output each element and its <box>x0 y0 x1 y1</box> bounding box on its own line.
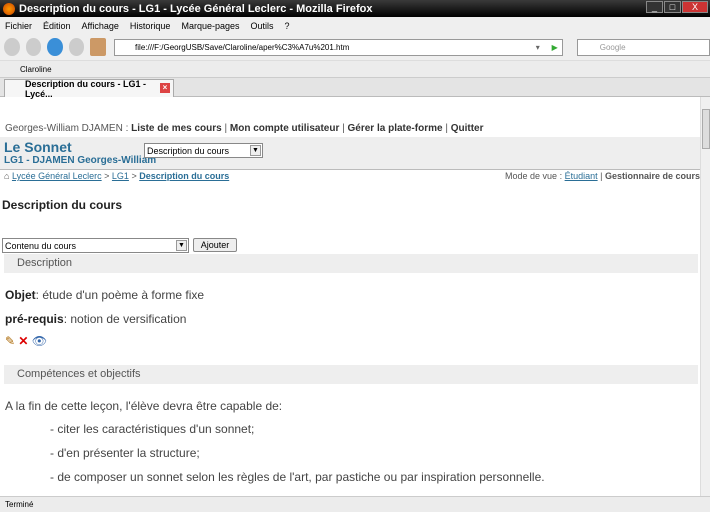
visibility-icon[interactable]: 👁 <box>32 334 47 348</box>
dropdown-icon[interactable]: ▾ <box>536 43 540 52</box>
nav-bar: file:///F:/GeorgUSB/Save/Claroline/aper%… <box>0 34 710 60</box>
tool-select[interactable]: Description du cours ▼ <box>144 143 263 158</box>
section-competences-header: Compétences et objectifs <box>4 365 698 384</box>
crumb-lg1[interactable]: LG1 <box>112 171 129 181</box>
chevron-down-icon: ▼ <box>250 145 261 156</box>
minimize-button[interactable]: _ <box>646 1 663 13</box>
link-my-courses[interactable]: Liste de mes cours <box>131 123 222 134</box>
link-account[interactable]: Mon compte utilisateur <box>230 123 339 134</box>
menu-outils[interactable]: Outils <box>251 21 274 31</box>
user-name: Georges-William DJAMEN : <box>5 123 129 134</box>
status-text: Terminé <box>5 500 34 509</box>
bookmark-claroline[interactable]: Claroline <box>20 65 52 74</box>
menu-marque-pages[interactable]: Marque-pages <box>181 21 239 31</box>
menu-fichier[interactable]: Fichier <box>5 21 32 31</box>
objet-label: Objet <box>5 288 36 302</box>
course-banner: Le Sonnet LG1 - DJAMEN Georges-William D… <box>0 137 700 170</box>
menu-edition[interactable]: Édition <box>43 21 71 31</box>
add-button[interactable]: Ajouter <box>193 238 237 252</box>
page-title: Description du cours <box>2 198 123 212</box>
tab-active[interactable]: Description du cours - LG1 - Lycé... × <box>4 78 174 99</box>
reload-icon[interactable] <box>47 38 63 56</box>
crumb-school[interactable]: Lycée Général Leclerc <box>12 171 102 181</box>
bookmarks-bar: Claroline <box>0 60 710 77</box>
prerequis-label: pré-requis <box>5 312 64 326</box>
link-quit[interactable]: Quitter <box>451 123 484 134</box>
search-placeholder: Google <box>599 42 626 52</box>
status-bar: Terminé <box>0 496 710 512</box>
back-icon[interactable] <box>4 38 20 56</box>
list-item: - de composer un sonnet selon les règles… <box>50 470 545 484</box>
course-title[interactable]: Le Sonnet <box>4 139 72 155</box>
mode-manager: Gestionnaire de cours <box>604 171 700 181</box>
content-select-value: Contenu du cours <box>5 241 77 251</box>
course-subtitle: LG1 - DJAMEN Georges-William <box>4 155 157 166</box>
tool-select-value: Description du cours <box>147 146 230 156</box>
tab-label: Description du cours - LG1 - Lycé... <box>25 78 147 99</box>
chevron-down-icon: ▼ <box>176 240 187 251</box>
competences-intro: A la fin de cette leçon, l'élève devra ê… <box>5 399 283 413</box>
tab-bar: Description du cours - LG1 - Lycé... × <box>0 77 710 99</box>
link-platform[interactable]: Gérer la plate-forme <box>348 123 443 134</box>
title-bar: Description du cours - LG1 - Lycée Génér… <box>0 0 710 17</box>
objet-text: : étude d'un poème à forme fixe <box>35 288 205 302</box>
stop-icon[interactable] <box>68 38 85 56</box>
list-item: - d'en présenter la structure; <box>50 446 200 460</box>
list-item: - citer les caractéristiques d'un sonnet… <box>50 422 255 436</box>
firefox-icon <box>3 2 15 15</box>
mode-student-link[interactable]: Étudiant <box>565 171 598 181</box>
user-bar: Georges-William DJAMEN : Liste de mes co… <box>5 123 484 134</box>
edit-icon[interactable]: ✎ <box>5 334 15 348</box>
mode-label: Mode de vue : <box>505 171 563 181</box>
menu-help[interactable]: ? <box>285 21 290 31</box>
crumb-current[interactable]: Description du cours <box>139 171 229 181</box>
menu-bar: Fichier Édition Affichage Historique Marque-… <box>0 17 710 34</box>
scrollbar-thumb[interactable] <box>702 109 710 149</box>
search-input[interactable]: Google <box>576 38 710 56</box>
url-bar[interactable]: file:///F:/GeorgUSB/Save/Claroline/aper%… <box>114 38 563 56</box>
window-title: Description du cours - LG1 - Lycée Génér… <box>19 2 373 15</box>
delete-icon[interactable]: ✕ <box>18 334 28 348</box>
menu-historique[interactable]: Historique <box>130 21 171 31</box>
breadcrumb: ⌂ Lycée Général Leclerc > LG1 > Descript… <box>4 171 230 181</box>
close-tab-icon[interactable]: × <box>160 83 170 93</box>
prerequis-text: : notion de versification <box>63 312 187 326</box>
page-content: Georges-William DJAMEN : Liste de mes co… <box>0 97 700 496</box>
home-icon[interactable] <box>90 38 107 56</box>
menu-affichage[interactable]: Affichage <box>82 21 119 31</box>
url-text: file:///F:/GeorgUSB/Save/Claroline/aper%… <box>135 42 350 52</box>
content-select[interactable]: Contenu du cours ▼ <box>2 238 189 253</box>
go-icon[interactable]: ▶ <box>552 43 558 52</box>
section-description-header: Description <box>4 254 698 273</box>
close-button[interactable]: X <box>682 1 708 13</box>
maximize-button[interactable]: □ <box>664 1 681 13</box>
view-mode: Mode de vue : Étudiant | Gestionnaire de… <box>505 171 700 181</box>
vertical-scrollbar[interactable] <box>700 97 710 496</box>
forward-icon[interactable] <box>25 38 42 56</box>
